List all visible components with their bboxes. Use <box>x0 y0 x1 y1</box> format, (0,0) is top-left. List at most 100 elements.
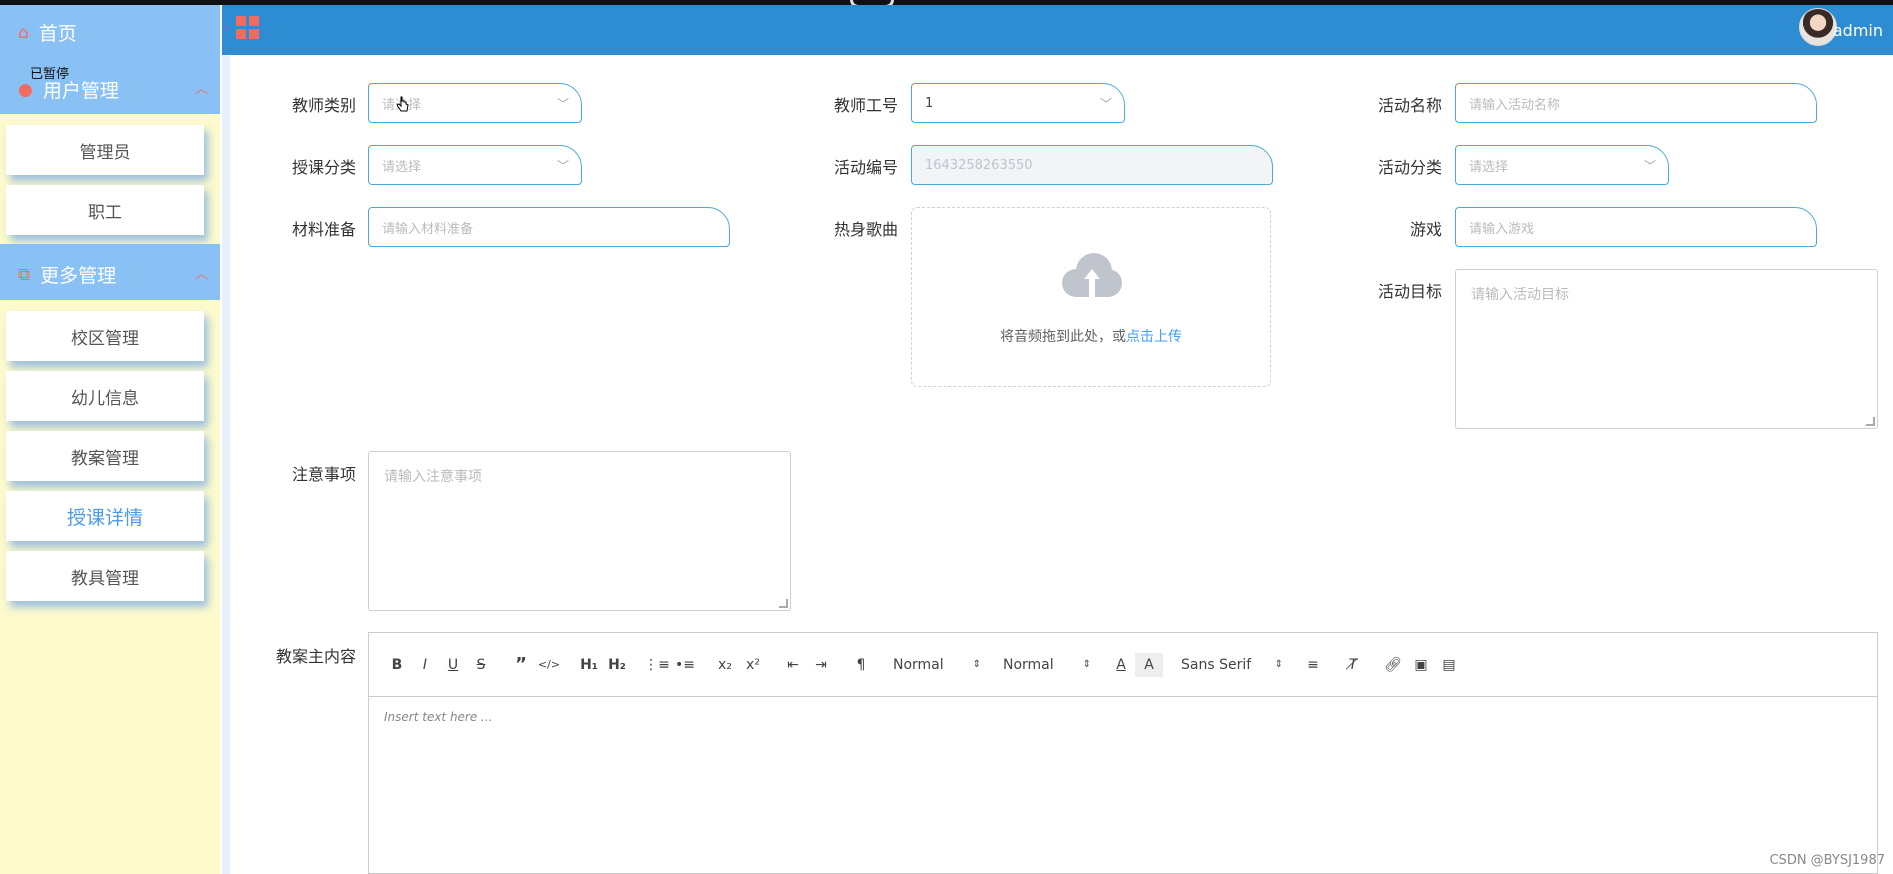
font-picker[interactable]: Sans Serif ⇕ <box>1177 653 1287 677</box>
notes-placeholder: 请输入注意事项 <box>384 469 482 485</box>
header-picker-label: Normal <box>893 656 944 673</box>
sidebar-header: ⌂ 首页 ● 用户管理 ︿ 已暂停 <box>0 5 220 114</box>
activity-no-label: 活动编号 <box>833 158 898 177</box>
teacher-no-value: 1 <box>925 95 934 111</box>
ordered-list-icon[interactable]: ⋮≡ <box>643 653 671 677</box>
content-edge <box>222 55 230 874</box>
sidebar-item-admin[interactable]: 管理员 <box>6 125 204 175</box>
superscript-icon[interactable]: x² <box>739 653 767 677</box>
upload-cloud-icon <box>1062 253 1122 297</box>
materials-input[interactable]: 请输入材料准备 <box>368 207 730 247</box>
outdent-icon[interactable]: ⇤ <box>779 653 807 677</box>
chevron-up-icon: ︿ <box>194 82 208 97</box>
updown-icon: ⇕ <box>972 659 981 670</box>
course-category-label: 授课分类 <box>291 158 356 177</box>
game-label: 游戏 <box>1409 220 1442 239</box>
editor-toolbar: B I U S ” </> H₁ H₂ ⋮≡ •≡ x₂ x² ⇤ ⇥ ¶ No… <box>369 633 1877 697</box>
underline-icon[interactable]: U <box>439 653 467 677</box>
username[interactable]: admin <box>1833 21 1883 40</box>
italic-icon[interactable]: I <box>411 653 439 677</box>
chevron-up-icon: ︿ <box>194 267 208 282</box>
image-icon[interactable]: ▣ <box>1407 653 1435 677</box>
upload-hint-text: 将音频拖到此处，或 <box>1000 329 1126 345</box>
activity-category-label: 活动分类 <box>1377 158 1442 177</box>
text-direction-icon[interactable]: ¶ <box>847 653 875 677</box>
teacher-type-label: 教师类别 <box>291 96 356 115</box>
course-category-placeholder: 请选择 <box>382 159 422 175</box>
audio-upload-dropzone[interactable]: 将音频拖到此处，或点击上传 <box>911 207 1271 387</box>
game-placeholder: 请输入游戏 <box>1469 221 1535 237</box>
indent-icon[interactable]: ⇥ <box>807 653 835 677</box>
subscript-icon[interactable]: x₂ <box>711 653 739 677</box>
group2-title: ⧉ 更多管理 ︿ <box>18 261 208 288</box>
warmup-song-label: 热身歌曲 <box>833 220 898 239</box>
sidebar-group1-items: 管理员 职工 <box>0 125 220 245</box>
video-icon[interactable]: ▤ <box>1435 653 1463 677</box>
game-input[interactable]: 请输入游戏 <box>1455 207 1817 247</box>
code-icon[interactable]: </> <box>535 653 563 677</box>
teacher-no-label: 教师工号 <box>833 96 898 115</box>
avatar[interactable] <box>1799 8 1837 46</box>
chevron-down-icon: ﹀ <box>1099 97 1112 111</box>
activity-category-select[interactable]: 请选择 ﹀ <box>1455 145 1669 185</box>
updown-icon: ⇕ <box>1082 659 1091 670</box>
bullet-list-icon[interactable]: •≡ <box>671 653 699 677</box>
activity-category-placeholder: 请选择 <box>1469 159 1509 175</box>
chevron-down-icon: ﹀ <box>1643 159 1656 173</box>
main-content-label: 教案主内容 <box>275 647 356 666</box>
sidebar-item-campus[interactable]: 校区管理 <box>6 311 204 361</box>
activity-name-label: 活动名称 <box>1377 96 1442 115</box>
paused-tooltip: 已暂停 <box>30 67 70 82</box>
chevron-down-icon: ﹀ <box>556 97 569 111</box>
header-picker[interactable]: Normal ⇕ <box>889 653 985 677</box>
notes-label: 注意事项 <box>291 465 356 484</box>
activity-goal-label: 活动目标 <box>1377 282 1442 301</box>
size-picker[interactable]: Normal ⇕ <box>999 653 1095 677</box>
sidebar-item-children[interactable]: 幼儿信息 <box>6 371 204 421</box>
top-header: admin <box>222 5 1893 55</box>
activity-name-input[interactable]: 请输入活动名称 <box>1455 83 1817 123</box>
copy-icon: ⧉ <box>18 264 31 285</box>
clear-format-icon[interactable]: T̸ <box>1339 653 1367 677</box>
size-picker-label: Normal <box>1003 656 1054 673</box>
sidebar-item-staff[interactable]: 职工 <box>6 185 204 235</box>
course-category-select[interactable]: 请选择 ﹀ <box>368 145 582 185</box>
sidebar-item-teaching-details[interactable]: 授课详情 <box>6 491 204 541</box>
home-label: 首页 <box>38 23 77 45</box>
watermark: CSDN @BYSJ1987 <box>1769 853 1885 868</box>
font-picker-label: Sans Serif <box>1181 656 1252 673</box>
upload-hint: 将音频拖到此处，或点击上传 <box>912 326 1270 346</box>
sidebar-group2-items: 校区管理 幼儿信息 教案管理 授课详情 教具管理 <box>0 311 220 611</box>
resize-handle[interactable] <box>1866 417 1875 426</box>
heading1-icon[interactable]: H₁ <box>575 653 603 677</box>
resize-handle[interactable] <box>779 599 788 608</box>
activity-goal-textarea[interactable]: 请输入活动目标 <box>1455 269 1878 429</box>
editor-content[interactable]: Insert text here ... <box>369 697 1877 737</box>
rich-text-editor: B I U S ” </> H₁ H₂ ⋮≡ •≡ x₂ x² ⇤ ⇥ ¶ No… <box>368 632 1878 874</box>
sidebar-item-lesson-plans[interactable]: 教案管理 <box>6 431 204 481</box>
blockquote-icon[interactable]: ” <box>507 653 535 677</box>
activity-name-placeholder: 请输入活动名称 <box>1469 97 1561 113</box>
activity-no-input: 1643258263550 <box>911 145 1273 185</box>
notes-textarea[interactable]: 请输入注意事项 <box>368 451 791 611</box>
sidebar-group-more-management[interactable]: ⧉ 更多管理 ︿ <box>0 244 220 300</box>
link-icon[interactable]: 🔗︎ <box>1379 653 1407 677</box>
mouse-cursor-icon <box>396 96 409 112</box>
sidebar: ⌂ 首页 ● 用户管理 ︿ 已暂停 管理员 职工 ⧉ 更多管理 ︿ 校区管理 幼… <box>0 5 220 874</box>
sidebar-item-teaching-aids[interactable]: 教具管理 <box>6 551 204 601</box>
home-icon: ⌂ <box>18 22 29 43</box>
heading2-icon[interactable]: H₂ <box>603 653 631 677</box>
upload-link[interactable]: 点击上传 <box>1126 329 1182 345</box>
menu-grid-icon[interactable] <box>236 16 259 39</box>
background-color-icon[interactable]: A <box>1135 652 1163 677</box>
updown-icon: ⇕ <box>1274 659 1283 670</box>
teacher-no-select[interactable]: 1 ﹀ <box>911 83 1125 123</box>
bold-icon[interactable]: B <box>383 653 411 677</box>
align-icon[interactable]: ≡ <box>1299 653 1327 677</box>
text-color-icon[interactable]: A <box>1107 653 1135 677</box>
activity-no-value: 1643258263550 <box>925 157 1033 173</box>
strikethrough-icon[interactable]: S <box>467 653 495 677</box>
materials-placeholder: 请输入材料准备 <box>382 221 474 237</box>
group-title-label: 更多管理 <box>40 265 117 287</box>
sidebar-item-home[interactable]: ⌂ 首页 <box>18 19 77 46</box>
